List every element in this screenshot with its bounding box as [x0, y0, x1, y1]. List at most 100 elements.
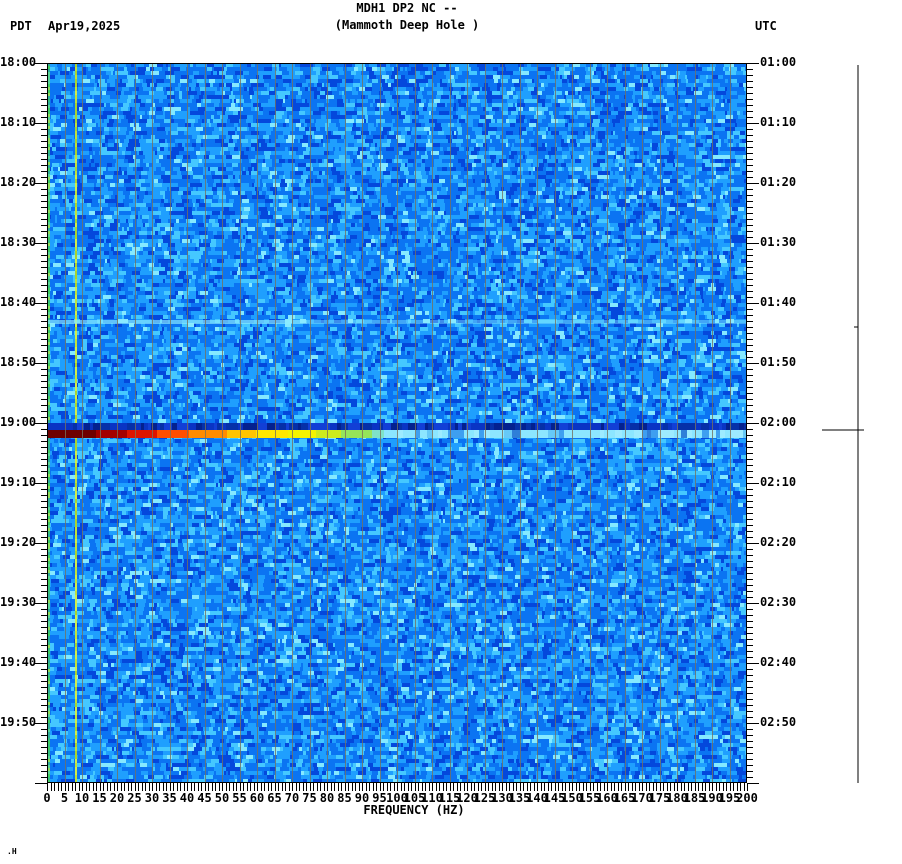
time-tick-right [747, 753, 753, 754]
time-label-right: 02:00 [760, 415, 797, 429]
freq-tick [506, 783, 507, 791]
time-tick-left [41, 375, 47, 376]
freq-tick [530, 783, 531, 791]
freq-tick [187, 783, 188, 791]
time-tick-left [41, 177, 47, 178]
time-tick-right [747, 327, 753, 328]
time-tick-right [747, 669, 753, 670]
freq-tick [670, 783, 671, 791]
freq-tick [124, 783, 125, 791]
time-tick-right [747, 189, 753, 190]
time-tick-left [41, 297, 47, 298]
time-tick-right [747, 489, 753, 490]
time-tick-left [41, 339, 47, 340]
freq-tick [411, 783, 412, 791]
time-tick-left [41, 225, 47, 226]
freq-tick [681, 783, 682, 791]
time-tick-left [41, 531, 47, 532]
freq-tick [576, 783, 577, 791]
freq-tick [712, 783, 713, 791]
freq-tick [548, 783, 549, 791]
time-tick-left [41, 129, 47, 130]
freq-tick [306, 783, 307, 791]
freq-tick [138, 783, 139, 791]
time-tick-left [41, 717, 47, 718]
freq-tick [691, 783, 692, 791]
time-tick-right [747, 483, 759, 484]
freq-tick [418, 783, 419, 791]
time-tick-right [747, 615, 753, 616]
time-tick-right [747, 219, 753, 220]
time-tick-left [41, 213, 47, 214]
freq-tick [289, 783, 290, 791]
freq-tick [551, 783, 552, 791]
time-tick-left [41, 327, 47, 328]
time-tick-right [747, 627, 753, 628]
freq-tick [261, 783, 262, 791]
time-tick-left [41, 765, 47, 766]
time-tick-left [35, 543, 47, 544]
freq-tick [467, 783, 468, 791]
time-tick-right [747, 783, 759, 784]
time-tick-left [41, 333, 47, 334]
time-tick-right [747, 159, 753, 160]
freq-tick [523, 783, 524, 791]
time-tick-left [41, 501, 47, 502]
time-tick-right [747, 441, 753, 442]
time-tick-left [41, 411, 47, 412]
freq-tick [478, 783, 479, 791]
freq-tick [432, 783, 433, 791]
time-tick-right [747, 477, 753, 478]
time-label-right: 01:40 [760, 295, 797, 309]
x-axis-label: FREQUENCY (HZ) [363, 803, 465, 817]
time-label-left: 18:00 [0, 55, 37, 69]
time-tick-left [41, 525, 47, 526]
time-tick-left [41, 669, 47, 670]
freq-tick [355, 783, 356, 791]
time-tick-right [747, 369, 753, 370]
time-tick-right [747, 717, 753, 718]
time-tick-right [747, 225, 753, 226]
freq-tick [177, 783, 178, 791]
freq-tick [663, 783, 664, 791]
freq-tick [51, 783, 52, 791]
freq-tick [327, 783, 328, 791]
time-tick-right [747, 621, 753, 622]
time-tick-left [41, 639, 47, 640]
timezone-right-label: UTC [755, 19, 777, 33]
time-tick-right [747, 99, 753, 100]
time-tick-right [747, 207, 753, 208]
time-label-right: 01:50 [760, 355, 797, 369]
time-tick-right [747, 651, 753, 652]
freq-tick [135, 783, 136, 791]
time-tick-right [747, 537, 753, 538]
time-tick-right [747, 465, 753, 466]
time-label-left: 19:00 [0, 415, 37, 429]
freq-tick [460, 783, 461, 791]
freq-tick [740, 783, 741, 791]
time-tick-left [41, 345, 47, 346]
time-tick-right [747, 63, 759, 64]
time-tick-right [747, 411, 753, 412]
time-tick-left [41, 93, 47, 94]
time-tick-left [41, 207, 47, 208]
freq-tick [397, 783, 398, 791]
freq-tick [723, 783, 724, 791]
freq-tick [674, 783, 675, 791]
freq-tick [107, 783, 108, 791]
time-tick-left [41, 753, 47, 754]
time-tick-right [747, 609, 753, 610]
time-tick-right [747, 87, 753, 88]
spectrogram-canvas [47, 63, 747, 783]
freq-tick [446, 783, 447, 791]
freq-tick [117, 783, 118, 791]
freq-tick [513, 783, 514, 791]
time-tick-right [747, 519, 753, 520]
time-tick-left [41, 195, 47, 196]
time-tick-right [747, 231, 753, 232]
time-tick-left [41, 189, 47, 190]
freq-tick [240, 783, 241, 791]
freq-tick [429, 783, 430, 791]
time-tick-left [41, 519, 47, 520]
time-tick-right [747, 291, 753, 292]
